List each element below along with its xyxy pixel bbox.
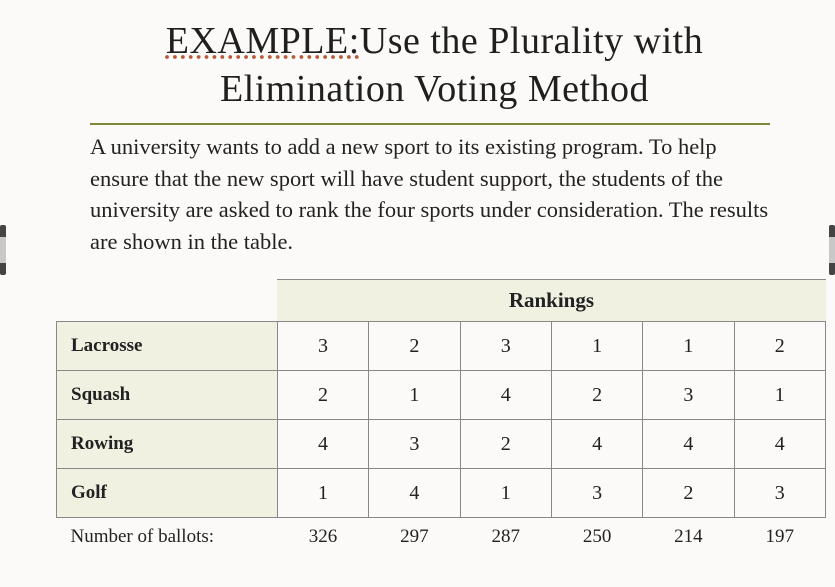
cell: 3 xyxy=(369,420,460,469)
cell: 3 xyxy=(551,469,642,518)
table-row: Rowing 4 3 2 4 4 4 xyxy=(57,420,826,469)
title-example-label: EXAMPLE: xyxy=(166,20,360,62)
cell: 1 xyxy=(369,371,460,420)
cell: 4 xyxy=(460,371,551,420)
footer-cell: 250 xyxy=(551,518,642,557)
cell: 4 xyxy=(551,420,642,469)
cell: 4 xyxy=(277,420,368,469)
cell: 2 xyxy=(277,371,368,420)
cell: 3 xyxy=(460,322,551,371)
cell: 1 xyxy=(460,469,551,518)
footer-cell: 197 xyxy=(734,518,825,557)
footer-cell: 326 xyxy=(277,518,368,557)
footer-cell: 287 xyxy=(460,518,551,557)
cell: 2 xyxy=(369,322,460,371)
cell: 4 xyxy=(369,469,460,518)
cell: 1 xyxy=(277,469,368,518)
title-divider xyxy=(90,123,770,125)
cell: 3 xyxy=(734,469,825,518)
rankings-header: Rankings xyxy=(277,280,825,322)
cell: 2 xyxy=(551,371,642,420)
table-row: Lacrosse 3 2 3 1 1 2 xyxy=(57,322,826,371)
table-row: Squash 2 1 4 2 3 1 xyxy=(57,371,826,420)
cell: 3 xyxy=(643,371,734,420)
cell: 1 xyxy=(551,322,642,371)
row-label: Squash xyxy=(57,371,278,420)
footer-label: Number of ballots: xyxy=(57,518,278,557)
cell: 1 xyxy=(734,371,825,420)
table-footer-row: Number of ballots: 326 297 287 250 214 1… xyxy=(57,518,826,557)
row-label: Rowing xyxy=(57,420,278,469)
cell: 2 xyxy=(460,420,551,469)
table-row: Golf 1 4 1 3 2 3 xyxy=(57,469,826,518)
table-header-row: Rankings xyxy=(57,280,826,322)
rankings-table: Rankings Lacrosse 3 2 3 1 1 2 Squash 2 1 xyxy=(56,279,826,556)
cell: 4 xyxy=(734,420,825,469)
row-label: Golf xyxy=(57,469,278,518)
table-header-blank xyxy=(57,280,278,322)
cell: 2 xyxy=(734,322,825,371)
slide-title: EXAMPLE:Use the Plurality with Eliminati… xyxy=(90,18,779,113)
cell: 1 xyxy=(643,322,734,371)
slide-tab-left xyxy=(0,225,6,275)
footer-cell: 214 xyxy=(643,518,734,557)
footer-cell: 297 xyxy=(369,518,460,557)
slide: EXAMPLE:Use the Plurality with Eliminati… xyxy=(0,0,835,587)
cell: 2 xyxy=(643,469,734,518)
slide-tab-right xyxy=(829,225,835,275)
body-paragraph: A university wants to add a new sport to… xyxy=(90,131,770,257)
cell: 4 xyxy=(643,420,734,469)
cell: 3 xyxy=(277,322,368,371)
row-label: Lacrosse xyxy=(57,322,278,371)
